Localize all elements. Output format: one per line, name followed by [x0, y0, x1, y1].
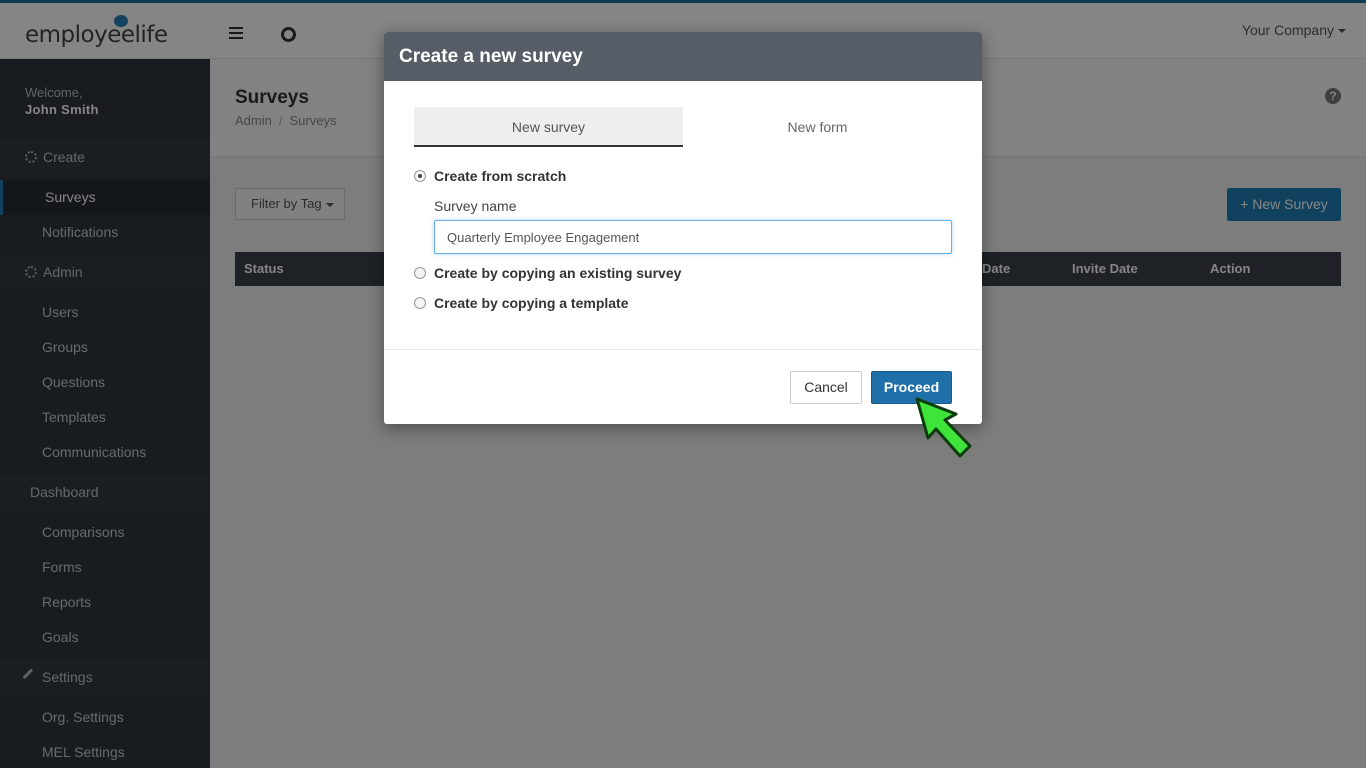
radio-unchecked-icon[interactable] [414, 297, 426, 309]
modal-tabs: New survey New form [414, 107, 952, 147]
radio-unchecked-icon[interactable] [414, 267, 426, 279]
option-copy-template[interactable]: Create by copying a template [414, 293, 629, 313]
option-create-from-scratch[interactable]: Create from scratch [414, 166, 566, 186]
tab-new-survey[interactable]: New survey [414, 107, 683, 147]
modal-footer-divider [384, 349, 982, 350]
radio-checked-icon[interactable] [414, 170, 426, 182]
cancel-button[interactable]: Cancel [790, 371, 862, 404]
option-label: Create by copying an existing survey [434, 265, 682, 281]
option-label: Create by copying a template [434, 295, 629, 311]
option-label: Create from scratch [434, 168, 567, 184]
pointer-cursor-icon [915, 397, 972, 458]
survey-name-input[interactable] [434, 220, 952, 254]
create-survey-modal: Create a new survey New survey New form … [384, 32, 982, 424]
modal-title: Create a new survey [384, 32, 982, 81]
option-copy-existing-survey[interactable]: Create by copying an existing survey [414, 263, 681, 283]
tab-new-form[interactable]: New form [683, 107, 952, 147]
survey-name-label: Survey name [434, 198, 517, 214]
